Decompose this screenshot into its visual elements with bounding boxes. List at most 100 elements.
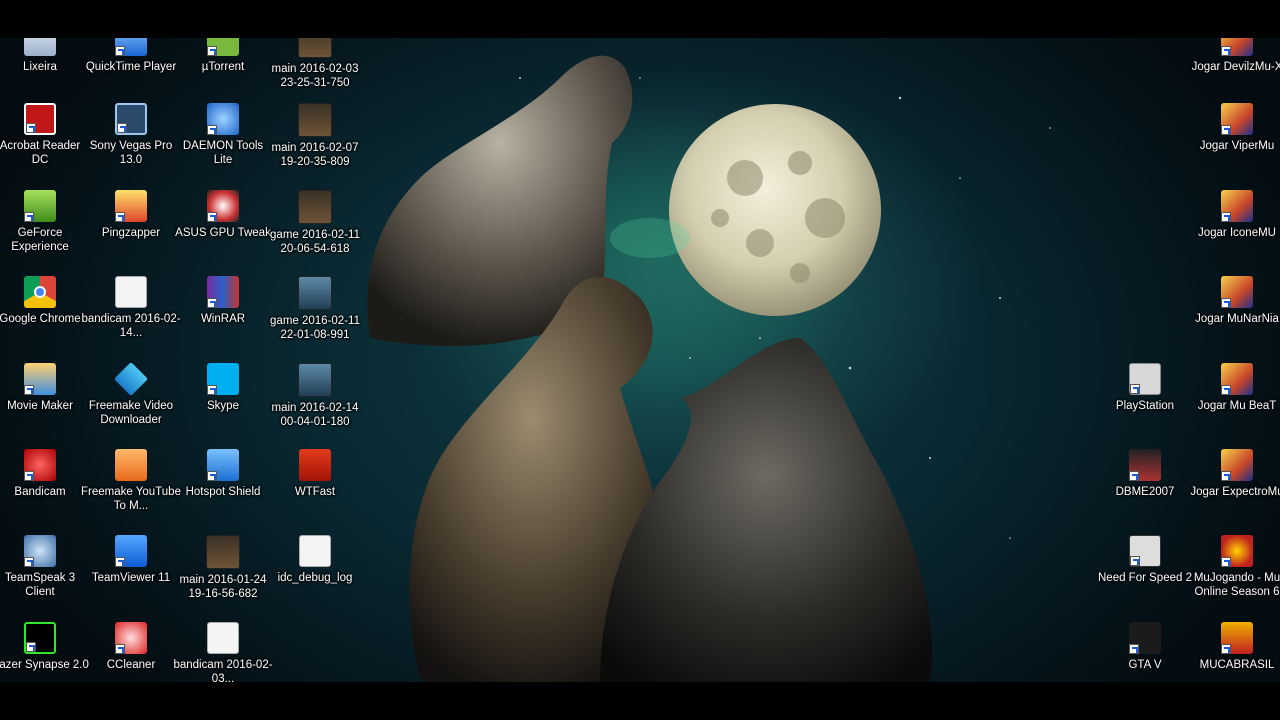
desktop-icon[interactable]: Jogar ViperMu (1193, 103, 1280, 153)
icon-label: GTA V (1128, 659, 1162, 671)
image-file-icon (207, 622, 239, 654)
desktop-icon[interactable]: Jogar IconeMU (1193, 190, 1280, 240)
moon (669, 104, 881, 316)
desktop-icon[interactable]: Jogar MuNarNia (1193, 276, 1280, 326)
icon-label: Movie Maker (7, 400, 73, 412)
game-shortcut-icon (1221, 190, 1253, 222)
vegas-icon (115, 103, 147, 135)
icon-label: Freemake YouTube To M... (81, 486, 181, 512)
desktop-icon[interactable]: main 2016-02-03 23-25-31-750 (271, 38, 359, 90)
desktop-icon[interactable]: PlayStation (1101, 363, 1189, 413)
desktop-icon[interactable]: WTFast (271, 449, 359, 499)
desktop-icon[interactable]: Jogar DevilzMu-X (1192, 38, 1280, 74)
icon-label: Jogar MuNarNia (1195, 313, 1279, 325)
wolf-front (600, 338, 932, 682)
icon-label: CCleaner (106, 659, 156, 671)
desktop-icon[interactable]: Razer Synapse 2.0 (0, 622, 89, 672)
utorrent-icon (207, 38, 239, 56)
desktop-icon[interactable]: DBME2007 (1101, 449, 1189, 499)
desktop-icon[interactable]: ASUS GPU Tweak (175, 190, 271, 240)
screenshot-icon (298, 103, 332, 137)
desktop-icon[interactable]: Movie Maker (0, 363, 84, 413)
icon-label: QuickTime Player (85, 61, 177, 73)
icon-label: main 2016-02-03 23-25-31-750 (271, 63, 359, 89)
chrome-icon (24, 276, 56, 308)
text-file-icon (299, 535, 331, 567)
ccleaner-icon (115, 622, 147, 654)
desktop-icon[interactable]: QuickTime Player (86, 38, 176, 74)
desktop-icon[interactable]: Skype (179, 363, 267, 413)
icon-label: GeForce Experience (11, 227, 69, 253)
icon-label: main 2016-02-07 19-20-35-809 (271, 142, 359, 168)
icon-label: TeamViewer 11 (91, 572, 171, 584)
icon-label: Google Chrome (0, 313, 81, 325)
desktop-icon[interactable]: GTA V (1101, 622, 1189, 672)
game-shortcut-icon (1221, 363, 1253, 395)
desktop-icon[interactable]: main 2016-01-24 19-16-56-682 (179, 535, 267, 601)
icon-label: main 2016-02-14 00-04-01-180 (271, 402, 359, 428)
icon-label: Lixeira (23, 61, 57, 73)
desktop-icon[interactable]: Acrobat Reader DC (0, 103, 84, 167)
mucabrasil-icon (1221, 622, 1253, 654)
icon-label: Sony Vegas Pro 13.0 (89, 140, 173, 166)
wtfast-icon (299, 449, 331, 481)
desktop-icon[interactable]: Need For Speed 2 (1098, 535, 1192, 585)
desktop-icon[interactable]: game 2016-02-11 20-06-54-618 (270, 190, 360, 256)
icon-label: bandicam 2016-02-03... (173, 659, 273, 682)
desktop-icon[interactable]: MuJogando - Mu Online Season 6 (1193, 535, 1280, 599)
teamviewer-icon (115, 535, 147, 567)
desktop-icon[interactable]: WinRAR (179, 276, 267, 326)
icon-label: MuJogando - Mu Online Season 6 (1193, 572, 1280, 598)
desktop-icon[interactable]: Pingzapper (87, 190, 175, 240)
nfs-icon (1129, 535, 1161, 567)
desktop-icon[interactable]: Google Chrome (0, 276, 84, 326)
desktop-icon[interactable]: DAEMON Tools Lite (179, 103, 267, 167)
skype-icon (207, 363, 239, 395)
desktop-icon[interactable]: Freemake YouTube To M... (81, 449, 181, 513)
icon-label: DAEMON Tools Lite (182, 140, 264, 166)
mujogando-icon (1221, 535, 1253, 567)
freemake-youtube-icon (115, 449, 147, 481)
desktop-icon[interactable]: bandicam 2016-02-14... (81, 276, 181, 340)
desktop-icon[interactable]: CCleaner (87, 622, 175, 672)
screenshot-icon (206, 535, 240, 569)
desktop-icon[interactable]: Jogar Mu BeaT (1193, 363, 1280, 413)
icon-label: µTorrent (201, 61, 245, 73)
game-shortcut-icon (1221, 38, 1253, 56)
gta-icon (1129, 622, 1161, 654)
icon-label: idc_debug_log (277, 572, 353, 584)
desktop-icon[interactable]: main 2016-02-07 19-20-35-809 (271, 103, 359, 169)
screenshot-icon (298, 190, 332, 224)
quicktime-icon (115, 38, 147, 56)
desktop-icon[interactable]: main 2016-02-14 00-04-01-180 (271, 363, 359, 429)
desktop-icon[interactable]: Sony Vegas Pro 13.0 (87, 103, 175, 167)
icon-label: main 2016-01-24 19-16-56-682 (179, 574, 267, 600)
desktop-icon[interactable]: idc_debug_log (271, 535, 359, 585)
desktop-icon[interactable]: Freemake Video Downloader (87, 362, 175, 427)
desktop-icon[interactable]: Bandicam (0, 449, 84, 499)
icon-label: TeamSpeak 3 Client (4, 572, 76, 598)
desktop-icon[interactable]: game 2016-02-11 22-01-08-991 (270, 276, 360, 342)
desktop-icon[interactable]: Lixeira (0, 38, 84, 74)
icon-label: Jogar Mu BeaT (1197, 400, 1277, 412)
nebula-glow (610, 218, 690, 258)
desktop[interactable]: Lixeira QuickTime Player µTorrent main 2… (0, 38, 1280, 682)
icon-label: Jogar ViperMu (1199, 140, 1275, 152)
bandicam-icon (24, 449, 56, 481)
asus-icon (207, 190, 239, 222)
desktop-icon[interactable]: Jogar ExpectroMu (1190, 449, 1280, 499)
desktop-icon[interactable]: MUCABRASIL (1193, 622, 1280, 672)
acrobat-icon (24, 103, 56, 135)
winrar-icon (207, 276, 239, 308)
desktop-icon[interactable]: TeamSpeak 3 Client (0, 535, 84, 599)
icon-label: WinRAR (200, 313, 246, 325)
hotspot-shield-icon (207, 449, 239, 481)
icon-label: Jogar ExpectroMu (1190, 486, 1280, 498)
desktop-icon[interactable]: Hotspot Shield (179, 449, 267, 499)
desktop-icon[interactable]: µTorrent (179, 38, 267, 74)
movie-maker-icon (24, 363, 56, 395)
icon-label: Jogar DevilzMu-X (1191, 61, 1280, 73)
desktop-icon[interactable]: TeamViewer 11 (87, 535, 175, 585)
desktop-icon[interactable]: bandicam 2016-02-03... (173, 622, 273, 682)
desktop-icon[interactable]: GeForce Experience (0, 190, 84, 254)
